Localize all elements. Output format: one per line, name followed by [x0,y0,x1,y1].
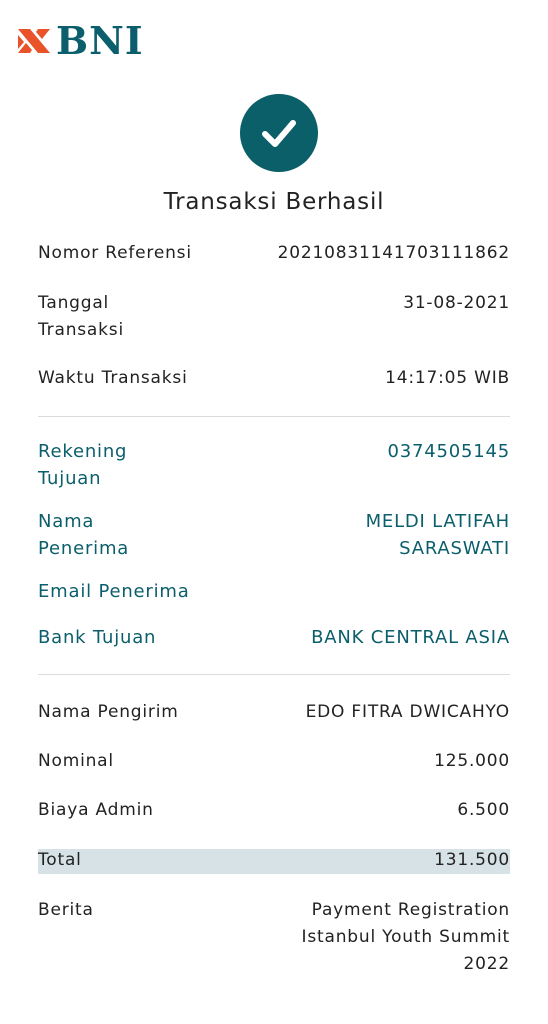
date-value: 31-08-2021 [403,293,510,313]
brand-name: BNI [56,18,144,63]
success-badge [240,94,318,172]
amount-row: Nominal 125.000 [38,748,510,775]
account-row: Rekening Tujuan 0374505145 [38,438,510,492]
bni-logo-icon [18,29,50,53]
total-label: Total [38,850,82,870]
fee-value: 6.500 [457,800,510,820]
fee-label: Biaya Admin [38,800,154,820]
total-value: 131.500 [434,850,510,870]
amount-label: Nominal [38,751,114,771]
total-row: Total 131.500 [38,847,510,874]
bni-logo: BNI [16,22,144,60]
date-row: Tanggal Transaksi 31-08-2021 [38,290,510,344]
page-title: Transaksi Berhasil [163,189,385,215]
reference-label: Nomor Referensi [38,243,192,263]
sender-row: Nama Pengirim EDO FITRA DWICAHYO [38,699,510,726]
divider [38,674,510,675]
note-row: Berita Payment Registration Istanbul You… [38,897,510,978]
recipient-name-value: MELDI LATIFAH SARASWATI [365,511,510,559]
note-value: Payment Registration Istanbul Youth Summ… [301,900,510,974]
reference-value: 20210831141703111862 [277,243,510,263]
note-label: Berita [38,900,94,920]
reference-row: Nomor Referensi 20210831141703111862 [38,240,510,267]
fee-row: Biaya Admin 6.500 [38,797,510,824]
check-icon [262,120,296,147]
divider [38,416,510,417]
sender-value: EDO FITRA DWICAHYO [305,702,510,722]
time-label: Waktu Transaksi [38,368,188,388]
time-value: 14:17:05 WIB [385,368,510,388]
recipient-name-row: Nama Penerima MELDI LATIFAH SARASWATI [38,508,510,562]
account-label: Rekening Tujuan [38,441,128,489]
date-label: Tanggal Transaksi [38,293,124,340]
bank-value: BANK CENTRAL ASIA [311,627,510,648]
sender-label: Nama Pengirim [38,702,179,722]
bank-row: Bank Tujuan BANK CENTRAL ASIA [38,624,510,651]
time-row: Waktu Transaksi 14:17:05 WIB [38,365,510,392]
account-value: 0374505145 [387,441,510,462]
amount-value: 125.000 [434,751,510,771]
email-label: Email Penerima [38,581,190,602]
email-row: Email Penerima [38,578,510,605]
bank-label: Bank Tujuan [38,627,157,648]
recipient-name-label: Nama Penerima [38,511,130,559]
